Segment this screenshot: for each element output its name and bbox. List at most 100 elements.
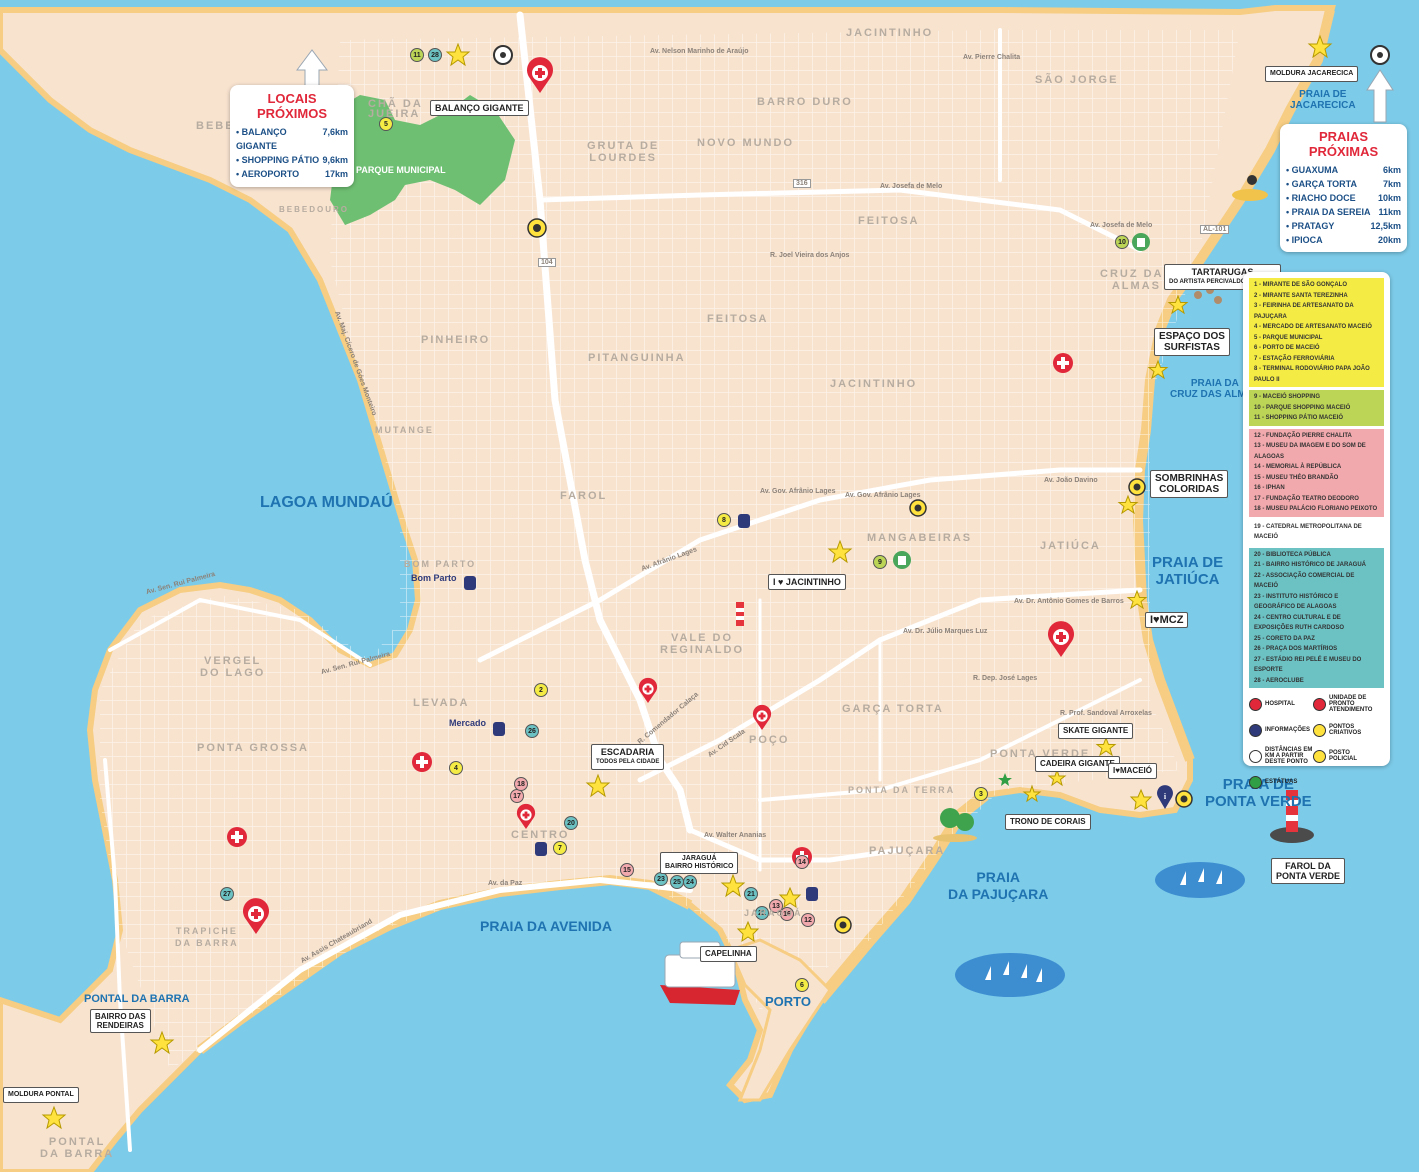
locais-distance: 7,6km: [322, 127, 348, 137]
road-label-joel: R. Joel Vieira dos Anjos: [770, 252, 850, 259]
praia-pajucara-line2: DA PAJUÇARA: [948, 886, 1049, 902]
praia-jacarecica-line1: PRAIA DE: [1299, 89, 1347, 100]
legend-item: 4 - MERCADO DE ARTESANATO MACEIÓ: [1254, 324, 1372, 330]
legend-icon-item: POSTO POLICIAL: [1313, 743, 1377, 769]
mercado-station-label: Mercado: [449, 718, 487, 728]
legend-icon-item: UNIDADE DE PRONTO ATENDIMENTO: [1313, 691, 1377, 717]
farol-pv-line2: PONTA VERDE: [1276, 871, 1341, 881]
praia-jacarecica-label: PRAIA DE JACARECICA: [1290, 89, 1356, 111]
bus-icon: [535, 842, 547, 856]
legend-item: 15 - MUSEU THÉO BRANDÃO: [1254, 474, 1339, 481]
farol-pv-line1: FAROL DA: [1285, 861, 1331, 871]
praia-jatiuca-line1: PRAIA DE: [1152, 554, 1224, 571]
panel-praias-list: • GUAXUMA 6km • GARÇA TORTA 7km • RIACHO DOC…: [1286, 163, 1401, 247]
legend-item: 20 - BIBLIOTECA PÚBLICA: [1254, 551, 1331, 558]
praias-distance: 12,5km: [1370, 221, 1401, 231]
legend-item: 24 - CENTRO CULTURAL E DE EXPOSIÇÕES RUT…: [1254, 614, 1345, 632]
legend-item: 8 - TERMINAL RODOVIÁRIO PAPA JOÃO PAULO …: [1254, 366, 1370, 383]
cruz-almas-line2: ALMAS: [1111, 280, 1161, 292]
road-label-josefa: Av. Josefa de Melo: [880, 183, 943, 190]
police-icon: [909, 499, 927, 517]
legend-pink-block: 12 - FUNDAÇÃO PIERRE CHALITA 13 - MUSEU D…: [1249, 428, 1384, 517]
marker-n12: 12: [801, 913, 815, 927]
locais-row: • SHOPPING PÁTIO 9,6km: [236, 153, 348, 167]
praias-distance: 11km: [1378, 207, 1401, 217]
vale-line2: REGINALDO: [660, 644, 744, 656]
marker-n28: 28: [428, 48, 442, 62]
legend-item: 26 - PRAÇA DOS MARTÍRIOS: [1254, 646, 1338, 652]
legend-icon-item: ESTÁTUAS: [1249, 769, 1313, 795]
police-icon: [1313, 749, 1326, 763]
panel-praias-proximas: PRAIAS PRÓXIMAS • GUAXUMA 6km • GARÇA TORT…: [1280, 124, 1407, 252]
marker-n23: 23: [654, 872, 668, 886]
vale-line1: VALE DO: [670, 632, 734, 644]
marker-n2: 2: [534, 683, 548, 697]
police-icon: [1128, 478, 1146, 496]
legend-item: 21 - BAIRRO HISTÓRICO DE JARAGUÁ: [1254, 562, 1367, 568]
legend-item: 5 - PARQUE MUNICIPAL: [1254, 334, 1323, 341]
neighborhood-jatiuca: JATIÚCA: [1040, 540, 1101, 552]
marker-n4: 4: [449, 761, 463, 775]
marker-n10: 10: [1115, 235, 1129, 249]
compass-icon: [493, 45, 513, 65]
legend-icons: HOSPITAL UNIDADE DE PRONTO ATENDIMENTO INF…: [1249, 691, 1384, 795]
vergel-line1: VERGEL: [204, 655, 262, 667]
bus-icon: [806, 887, 818, 901]
road-label-julio: Av. Dr. Júlio Marques Luz: [903, 628, 988, 635]
legend-item: 25 - CORETO DA PAZ: [1254, 635, 1315, 642]
marker-n25: 25: [670, 875, 684, 889]
neighborhood-gruta-de-lourdes: GRUTA DE LOURDES: [587, 140, 659, 164]
road-label-paz: Av. da Paz: [488, 880, 523, 887]
shopping-bag-icon: [1132, 233, 1150, 251]
marker-n26: 26: [525, 724, 539, 738]
trapiche-line1: TRAPICHE: [175, 926, 238, 936]
legend-teal-block: 20 - BIBLIOTECA PÚBLICA 21 - BAIRRO HISTÓ…: [1249, 547, 1384, 688]
legend-icon-item: DISTÂNCIAS EM KM A PARTIR DESTE PONTO: [1249, 743, 1313, 769]
neighborhood-trapiche-da-barra: TRAPICHE DA BARRA: [175, 925, 239, 949]
legend-item: 18 - MUSEU PALÁCIO FLORIANO PEIXOTO: [1254, 506, 1378, 512]
legend-icon-label: PONTOS CRIATIVOS: [1329, 724, 1362, 736]
pontal-line2: DA BARRA: [40, 1148, 115, 1160]
legend-icon-label: UNIDADE DE PRONTO ATENDIMENTO: [1329, 695, 1373, 713]
neighborhood-pinheiro: PINHEIRO: [421, 334, 491, 346]
info-icon: [1249, 723, 1262, 737]
legend-item: 23 - INSTITUTO HISTÓRICO E GEOGRÁFICO DE…: [1254, 593, 1339, 611]
neighborhood-garca-torta: GARÇA TORTA: [842, 703, 944, 715]
farol-lighthouse-icon: [736, 602, 744, 626]
marker-n17: 17: [510, 789, 524, 803]
legend-item: 27 - ESTÁDIO REI PELÉ E MUSEU DO ESPORTE: [1254, 656, 1362, 674]
panel-praias-title: PRAIAS PRÓXIMAS: [1308, 129, 1379, 159]
sombrinhas-line2: COLORIDAS: [1159, 484, 1220, 495]
tag-sombrinhas-coloridas: SOMBRINHAS COLORIDAS: [1150, 470, 1229, 498]
legend-item: 12 - FUNDAÇÃO PIERRE CHALITA: [1254, 432, 1352, 439]
neighborhood-cruz-das-almas: CRUZ DAS ALMAS: [1100, 268, 1173, 292]
police-icon: [527, 218, 547, 238]
marker-n9: 9: [873, 555, 887, 569]
neighborhood-mangabeiras: MANGABEIRAS: [867, 532, 973, 544]
panel-locais-list: • BALANÇO GIGANTE 7,6km • SHOPPING PÁTIO 9,…: [236, 125, 348, 181]
praias-distance: 10km: [1377, 193, 1401, 203]
legend-item: 3 - FEIRINHA DE ARTESANATO DA PAJUÇARA: [1254, 303, 1354, 320]
praias-row: • RIACHO DOCE 10km: [1286, 191, 1401, 205]
emergency-unit-icon: [227, 827, 247, 847]
road-label-jose-lages: R. Dep. José Lages: [973, 675, 1038, 682]
neighborhood-jaragua: JARAGUÁ: [744, 908, 803, 918]
neighborhood-pajucara: PAJUÇARA: [869, 845, 946, 857]
neighborhood-poco: POÇO: [749, 734, 790, 746]
praia-jatiuca-label: PRAIA DE JATIÚCA: [1152, 554, 1223, 588]
legend-icon-label: INFORMAÇÕES: [1265, 727, 1310, 733]
praia-jacarecica-line2: JACARECICA: [1290, 100, 1356, 111]
marker-n24: 24: [683, 875, 697, 889]
locais-row: • BALANÇO GIGANTE 7,6km: [236, 125, 348, 153]
statue-icon: [1249, 775, 1262, 789]
locais-row: • AEROPORTO 17km: [236, 167, 348, 181]
locais-name: • BALANÇO GIGANTE: [236, 127, 287, 151]
legend-white-block: 19 - CATEDRAL METROPOLITANA DE MACEIÓ: [1249, 519, 1384, 545]
compass-icon: [1370, 45, 1390, 65]
marker-n3: 3: [974, 787, 988, 801]
tag-i-love-jacintinho: I ♥ JACINTINHO: [768, 574, 846, 590]
neighborhood-pontal: PONTAL DA BARRA: [40, 1136, 114, 1160]
tag-parque-municipal: PARQUE MUNICIPAL: [356, 165, 446, 175]
legend-item: 6 - PORTO DE MACEIÓ: [1254, 345, 1320, 351]
neighborhood-pitanguinha: PITANGUINHA: [588, 352, 686, 364]
